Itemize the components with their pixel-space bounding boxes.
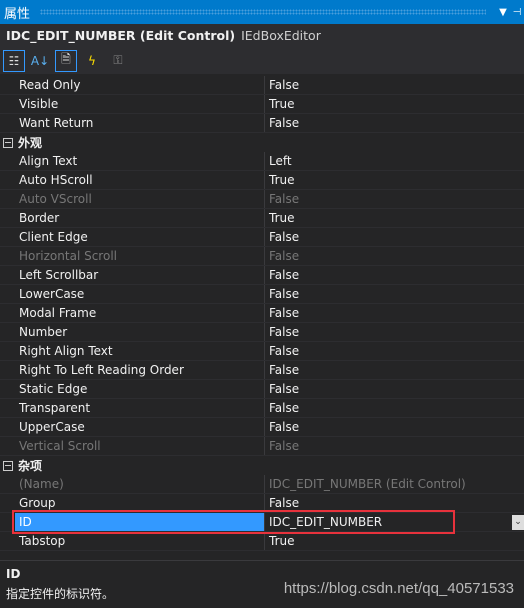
- property-grid: Read Only False Visible True Want Return Fals…: [0, 76, 524, 551]
- property-value[interactable]: True: [265, 209, 524, 227]
- property-value[interactable]: False: [265, 114, 524, 132]
- property-row[interactable]: Want Return False: [0, 114, 524, 133]
- collapse-icon[interactable]: [3, 137, 13, 148]
- property-name[interactable]: Left Scrollbar: [15, 266, 265, 284]
- property-name[interactable]: LowerCase: [15, 285, 265, 303]
- property-value[interactable]: Left: [265, 152, 524, 170]
- property-name[interactable]: UpperCase: [15, 418, 265, 436]
- property-value[interactable]: False: [265, 418, 524, 436]
- property-row[interactable]: Tabstop True: [0, 532, 524, 551]
- property-name[interactable]: Number: [15, 323, 265, 341]
- property-row[interactable]: Transparent False: [0, 399, 524, 418]
- property-name[interactable]: Client Edge: [15, 228, 265, 246]
- object-selector[interactable]: IDC_EDIT_NUMBER (Edit Control) IEdBoxEdi…: [0, 24, 524, 47]
- watermark: https://blog.csdn.net/qq_40571533: [283, 580, 514, 597]
- panel-titlebar: 属性 ▼ ⊣: [0, 0, 524, 24]
- property-name[interactable]: Want Return: [15, 114, 265, 132]
- events-icon[interactable]: ϟ: [81, 50, 103, 72]
- pin-icon[interactable]: ⊣: [510, 7, 524, 18]
- category-header[interactable]: 杂项: [0, 456, 524, 475]
- property-value[interactable]: False: [265, 285, 524, 303]
- property-row[interactable]: (Name) IDC_EDIT_NUMBER (Edit Control): [0, 475, 524, 494]
- property-value[interactable]: False: [265, 76, 524, 94]
- property-value[interactable]: False: [265, 399, 524, 417]
- property-name[interactable]: Right Align Text: [15, 342, 265, 360]
- value-dropdown-button[interactable]: ⌄: [512, 515, 524, 530]
- property-name[interactable]: Vertical Scroll: [15, 437, 265, 455]
- property-value[interactable]: True: [265, 171, 524, 189]
- categorized-icon[interactable]: ☷: [3, 49, 25, 72]
- property-row[interactable]: Horizontal Scroll False: [0, 247, 524, 266]
- object-name: IDC_EDIT_NUMBER (Edit Control): [6, 28, 236, 43]
- property-row[interactable]: Static Edge False: [0, 380, 524, 399]
- property-value[interactable]: True: [265, 532, 524, 550]
- property-name[interactable]: Modal Frame: [15, 304, 265, 322]
- property-name[interactable]: Transparent: [15, 399, 265, 417]
- category-label: 外观: [18, 136, 43, 150]
- property-row[interactable]: Right To Left Reading Order False: [0, 361, 524, 380]
- property-name[interactable]: Right To Left Reading Order: [15, 361, 265, 379]
- property-name[interactable]: Visible: [15, 95, 265, 113]
- property-row[interactable]: UpperCase False: [0, 418, 524, 437]
- property-row[interactable]: Read Only False: [0, 76, 524, 95]
- property-value[interactable]: False: [265, 228, 524, 246]
- property-name[interactable]: Read Only: [15, 76, 265, 94]
- object-type: IEdBoxEditor: [241, 28, 321, 43]
- property-value[interactable]: False: [265, 190, 524, 208]
- property-row[interactable]: LowerCase False: [0, 285, 524, 304]
- property-value[interactable]: False: [265, 361, 524, 379]
- dropdown-icon[interactable]: ▼: [496, 7, 510, 18]
- category-label: 杂项: [18, 459, 43, 473]
- property-row[interactable]: Modal Frame False: [0, 304, 524, 323]
- properties-icon[interactable]: 🗎: [55, 49, 77, 72]
- property-pages-icon[interactable]: ⚿: [107, 50, 129, 72]
- property-row[interactable]: Right Align Text False: [0, 342, 524, 361]
- panel-title: 属性: [4, 6, 31, 22]
- alphabetical-icon[interactable]: A↓: [29, 50, 51, 72]
- property-value[interactable]: False: [265, 247, 524, 265]
- property-row[interactable]: Auto HScroll True: [0, 171, 524, 190]
- property-value[interactable]: False: [265, 380, 524, 398]
- property-value[interactable]: False: [265, 266, 524, 284]
- collapse-icon[interactable]: [3, 460, 13, 471]
- drag-grip[interactable]: [40, 9, 486, 15]
- property-value[interactable]: False: [265, 323, 524, 341]
- property-name[interactable]: (Name): [15, 475, 265, 493]
- property-name[interactable]: Align Text: [15, 152, 265, 170]
- property-row[interactable]: Vertical Scroll False: [0, 437, 524, 456]
- property-value[interactable]: IDC_EDIT_NUMBER (Edit Control): [265, 475, 524, 493]
- property-value[interactable]: False: [265, 342, 524, 360]
- property-name[interactable]: Border: [15, 209, 265, 227]
- property-row[interactable]: Visible True: [0, 95, 524, 114]
- toolbar: ☷ A↓ 🗎 ϟ ⚿: [0, 47, 524, 74]
- property-value[interactable]: False: [265, 304, 524, 322]
- category-header[interactable]: 外观: [0, 133, 524, 152]
- property-name[interactable]: Static Edge: [15, 380, 265, 398]
- property-value[interactable]: True: [265, 95, 524, 113]
- property-row[interactable]: Auto VScroll False: [0, 190, 524, 209]
- property-row[interactable]: Client Edge False: [0, 228, 524, 247]
- description-title: ID: [6, 567, 21, 581]
- property-name[interactable]: Horizontal Scroll: [15, 247, 265, 265]
- property-row[interactable]: Align Text Left: [0, 152, 524, 171]
- property-row[interactable]: Left Scrollbar False: [0, 266, 524, 285]
- property-name[interactable]: Tabstop: [15, 532, 265, 550]
- property-name[interactable]: Auto VScroll: [15, 190, 265, 208]
- property-row[interactable]: Number False: [0, 323, 524, 342]
- property-row[interactable]: Border True: [0, 209, 524, 228]
- property-name[interactable]: Auto HScroll: [15, 171, 265, 189]
- property-value[interactable]: False: [265, 437, 524, 455]
- selection-highlight: [12, 510, 455, 534]
